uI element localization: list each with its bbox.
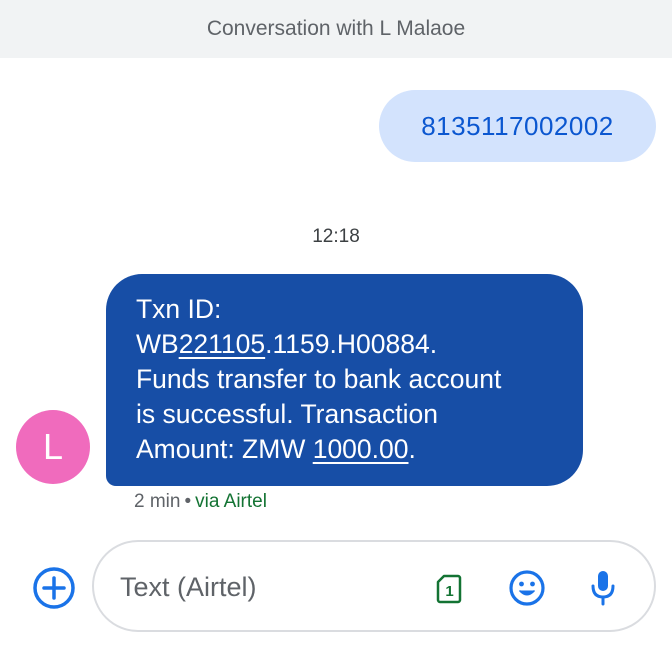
conversation-title: Conversation with L Malaoe	[206, 17, 466, 40]
message-age: 2 min	[134, 491, 181, 512]
message-text: is successful. Transaction	[136, 399, 438, 429]
microphone-icon	[591, 571, 615, 606]
message-line: Funds transfer to bank account	[136, 362, 559, 397]
message-line: is successful. Transaction	[136, 397, 559, 432]
emoji-icon	[509, 570, 545, 606]
message-meta: 2 min • via Airtel	[134, 491, 267, 513]
message-input[interactable]	[120, 570, 400, 604]
message-timestamp: 12:18	[312, 226, 360, 247]
sent-message-text: 8135117002002	[421, 110, 614, 141]
message-text: WB	[136, 329, 179, 359]
voice-input-button[interactable]	[590, 569, 616, 607]
message-via: via Airtel	[195, 491, 267, 512]
sent-message-bubble[interactable]: 8135117002002	[379, 90, 656, 162]
message-text: .	[408, 434, 416, 464]
message-text: Txn ID:	[136, 294, 222, 324]
date-link[interactable]: 221105	[179, 329, 265, 359]
meta-separator: •	[184, 491, 192, 512]
add-circle-icon	[33, 567, 75, 609]
conversation-header: Conversation with L Malaoe	[0, 0, 672, 58]
message-text: Amount: ZMW	[136, 434, 313, 464]
contact-avatar[interactable]: L	[16, 410, 90, 484]
emoji-button[interactable]	[508, 569, 546, 607]
message-line: Txn ID:	[136, 292, 559, 327]
message-text: .1159.H00884.	[265, 329, 438, 359]
add-attachment-button[interactable]	[32, 566, 76, 610]
message-text: Funds transfer to bank account	[136, 364, 502, 394]
sim-card-1-icon: 1	[436, 574, 462, 604]
avatar-initial: L	[42, 426, 64, 467]
amount-link[interactable]: 1000.00	[313, 434, 409, 464]
sim-selector-button[interactable]: 1	[436, 574, 462, 604]
sim-label: 1	[445, 583, 453, 600]
message-line: WB221105.1159.H00884.	[136, 327, 559, 362]
compose-bar: 1	[92, 540, 656, 632]
message-line: Amount: ZMW 1000.00.	[136, 432, 559, 467]
received-message-bubble[interactable]: Txn ID: WB221105.1159.H00884. Funds tran…	[106, 274, 583, 486]
